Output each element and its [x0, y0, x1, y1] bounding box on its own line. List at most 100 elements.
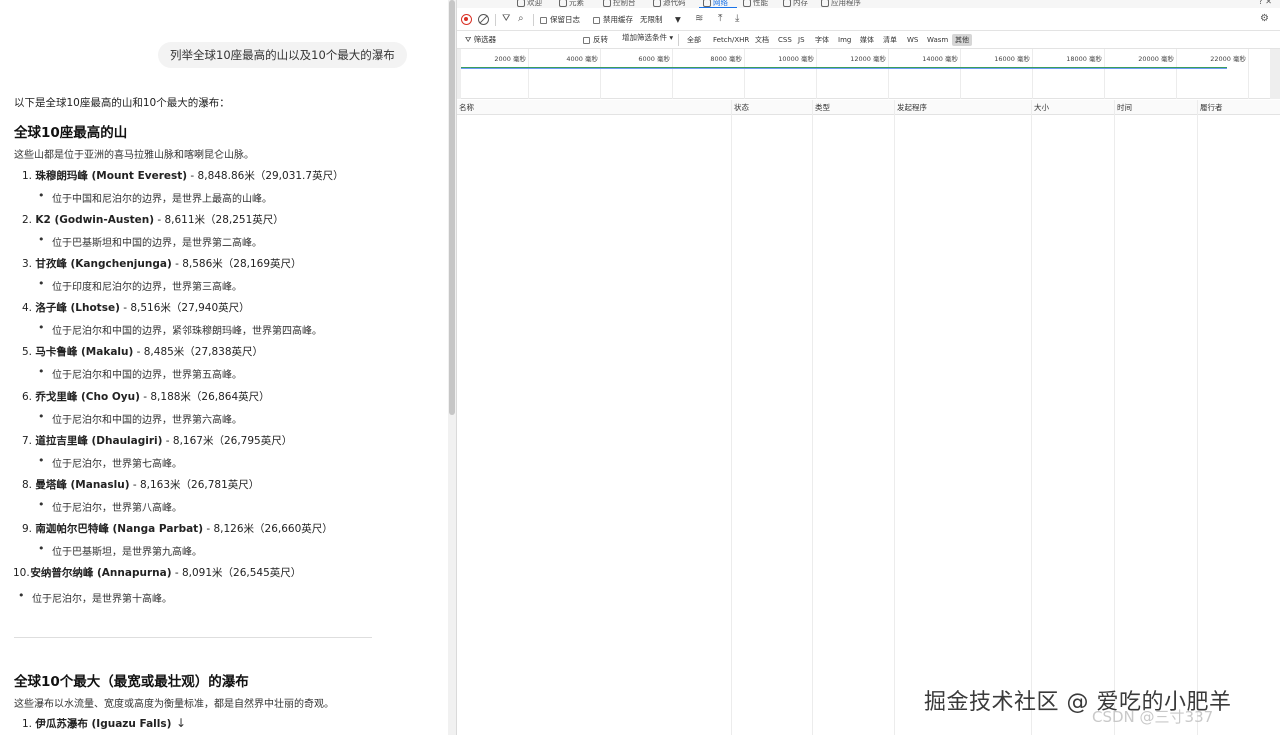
column-header-1[interactable]: 状态: [734, 102, 749, 113]
filter-type-3[interactable]: CSS: [775, 34, 795, 46]
help-icon[interactable]: ? ✕: [1259, 0, 1273, 6]
filter-type-7[interactable]: 媒体: [857, 34, 877, 46]
column-divider[interactable]: [1114, 100, 1115, 735]
upload-icon[interactable]: ⤒: [718, 13, 722, 25]
mountains-description: 这些山都是位于亚洲的喜马拉雅山脉和喀喇昆仑山脉。: [14, 150, 254, 161]
answer-intro: 以下是全球10座最高的山和10个最大的瀑布：: [14, 97, 230, 109]
source-icon: [653, 0, 661, 7]
preserve-log-checkbox[interactable]: 保留日志: [540, 13, 580, 27]
timeline-gridline: [1248, 49, 1249, 99]
mountain-height: - 8,485米（27,838英尺）: [133, 346, 264, 359]
filter-type-11[interactable]: 其他: [952, 34, 972, 46]
filter-type-0[interactable]: 全部: [684, 34, 704, 46]
mountain-height: - 8,126米（26,660英尺）: [203, 522, 333, 535]
memory-icon: [783, 0, 791, 7]
mountain-name: 珠穆朗玛峰 (Mount Everest): [35, 170, 188, 182]
list-number: 2.: [21, 214, 32, 227]
invert-checkbox[interactable]: 反转: [583, 33, 608, 47]
wifi-settings-icon[interactable]: ≋: [695, 13, 703, 25]
tab-1[interactable]: 元素: [559, 0, 584, 8]
column-header-5[interactable]: 时间: [1117, 102, 1132, 113]
column-divider[interactable]: [1197, 100, 1198, 735]
column-header-4[interactable]: 大小: [1034, 102, 1049, 113]
list-number: 1.: [21, 718, 32, 730]
record-icon[interactable]: [461, 14, 472, 25]
mountain-name: 安纳普尔纳峰 (Annapurna): [30, 566, 172, 579]
gear-icon[interactable]: ⚙: [1260, 13, 1269, 25]
wifi-icon: [703, 0, 711, 7]
column-divider[interactable]: [731, 100, 732, 735]
mountain-name: 乔戈里峰 (Cho Oyu): [35, 390, 140, 403]
timeline-tick-label: 6000 毫秒: [638, 55, 670, 63]
tab-3[interactable]: 源代码: [653, 0, 686, 8]
timeline-tick-label: 22000 毫秒: [1210, 55, 1246, 63]
filter-type-5[interactable]: 字体: [812, 34, 832, 46]
mountain-name: 曼塔峰 (Manaslu): [35, 478, 130, 491]
code-icon: [559, 0, 567, 7]
filter-type-4[interactable]: JS: [795, 34, 808, 46]
timeline-activity-line: [461, 68, 1227, 69]
chat-pane: 列举全球10座最高的山以及10个最大的瀑布 以下是全球10座最高的山和10个最大…: [0, 0, 448, 735]
list-number: 9.: [21, 522, 32, 535]
application-icon: [821, 0, 829, 7]
filter-type-8[interactable]: 清单: [880, 34, 900, 46]
tab-5[interactable]: 性能: [743, 0, 768, 8]
waterfall-item: 1. 伊瓜苏瀑布 (Iguazu Falls): [18, 716, 171, 731]
waterfalls-heading: 全球10个最大（最宽或最壮观）的瀑布: [14, 674, 249, 690]
timeline-right-handle[interactable]: [1270, 49, 1280, 99]
mountain-note: 位于尼泊尔，是世界第十高峰。: [18, 589, 172, 605]
timeline-tick-label: 10000 毫秒: [778, 55, 814, 63]
performance-icon: [743, 0, 751, 7]
chat-scrollbar[interactable]: [448, 0, 456, 735]
disable-cache-checkbox[interactable]: 禁用缓存: [593, 13, 633, 27]
timeline-tick-label: 4000 毫秒: [566, 55, 598, 63]
mountain-item: 6. 乔戈里峰 (Cho Oyu) - 8,188米（26,864英尺）: [18, 389, 270, 404]
mountain-height: - 8,611米（28,251英尺）: [154, 214, 284, 227]
mountain-item: 1. 珠穆朗玛峰 (Mount Everest) - 8,848.86米（29,…: [18, 168, 344, 183]
filter-type-9[interactable]: WS: [904, 34, 921, 46]
user-prompt-bubble: 列举全球10座最高的山以及10个最大的瀑布: [158, 42, 407, 68]
timeline-tick-label: 12000 毫秒: [850, 55, 886, 63]
column-header-6[interactable]: 履行者: [1200, 102, 1223, 113]
chevron-down-icon[interactable]: ▼: [675, 13, 681, 27]
filter-funnel-icon[interactable]: ⛛: [502, 13, 510, 25]
toolbar-separator: [495, 14, 496, 26]
mountain-item: 2. K2 (Godwin-Austen) - 8,611米（28,251英尺）: [18, 212, 284, 227]
timeline-tick-label: 18000 毫秒: [1066, 55, 1102, 63]
column-divider[interactable]: [894, 100, 895, 735]
clear-icon[interactable]: [478, 14, 489, 25]
mountain-note: 位于尼泊尔和中国的边界，世界第六高峰。: [38, 410, 242, 426]
mountain-name: K2 (Godwin-Austen): [35, 214, 154, 227]
filter-type-1[interactable]: Fetch/XHR: [710, 34, 752, 46]
filter-type-2[interactable]: 文档: [752, 34, 772, 46]
column-divider[interactable]: [812, 100, 813, 735]
mountain-item: 7. 道拉吉里峰 (Dhaulagiri) - 8,167米（26,795英尺）: [18, 433, 292, 448]
column-header-2[interactable]: 类型: [815, 102, 830, 113]
tab-2[interactable]: 控制台: [603, 0, 636, 8]
timeline-tick-label: 14000 毫秒: [922, 55, 958, 63]
column-header-0[interactable]: 名称: [459, 102, 474, 113]
mountain-height: - 8,586米（28,169英尺）: [171, 258, 302, 271]
mountain-item: 4. 洛子峰 (Lhotse) - 8,516米（27,940英尺）: [18, 300, 250, 315]
column-header-3[interactable]: 发起程序: [897, 102, 927, 113]
network-overview-timeline[interactable]: 2000 毫秒 4000 毫秒 6000 毫秒 8000 毫秒 10000 毫秒 1200…: [457, 49, 1280, 99]
mountain-height: - 8,163米（26,781英尺）: [129, 478, 260, 491]
arrow-down-icon[interactable]: ↓: [174, 716, 188, 730]
mountain-height: - 8,167米（26,795英尺）: [162, 434, 293, 447]
filter-bar: ⛛ 筛选器 反转 增加筛选条件 ▾ 全部 Fetch/XHR 文档 CSS JS 字体 Im…: [457, 31, 1280, 49]
download-icon[interactable]: ⤓: [735, 13, 739, 25]
filter-type-6[interactable]: Img: [835, 34, 854, 46]
tab-0[interactable]: 欢迎: [517, 0, 542, 8]
mountain-note: 位于尼泊尔和中国的边界，紧邻珠穆朗玛峰，世界第四高峰。: [38, 321, 322, 337]
mountains-heading: 全球10座最高的山: [14, 125, 128, 141]
column-divider[interactable]: [1031, 100, 1032, 735]
active-tab-indicator: [699, 7, 737, 8]
more-filters-button[interactable]: 增加筛选条件 ▾: [622, 31, 673, 45]
filter-input[interactable]: ⛛ 筛选器: [465, 33, 496, 47]
list-number: 4.: [21, 302, 32, 315]
tab-7[interactable]: 应用程序: [821, 0, 861, 8]
search-icon[interactable]: ⌕: [518, 13, 524, 25]
filter-type-10[interactable]: Wasm: [924, 34, 951, 46]
throttling-select[interactable]: 无限制: [640, 13, 663, 27]
tab-6[interactable]: 内存: [783, 0, 808, 8]
